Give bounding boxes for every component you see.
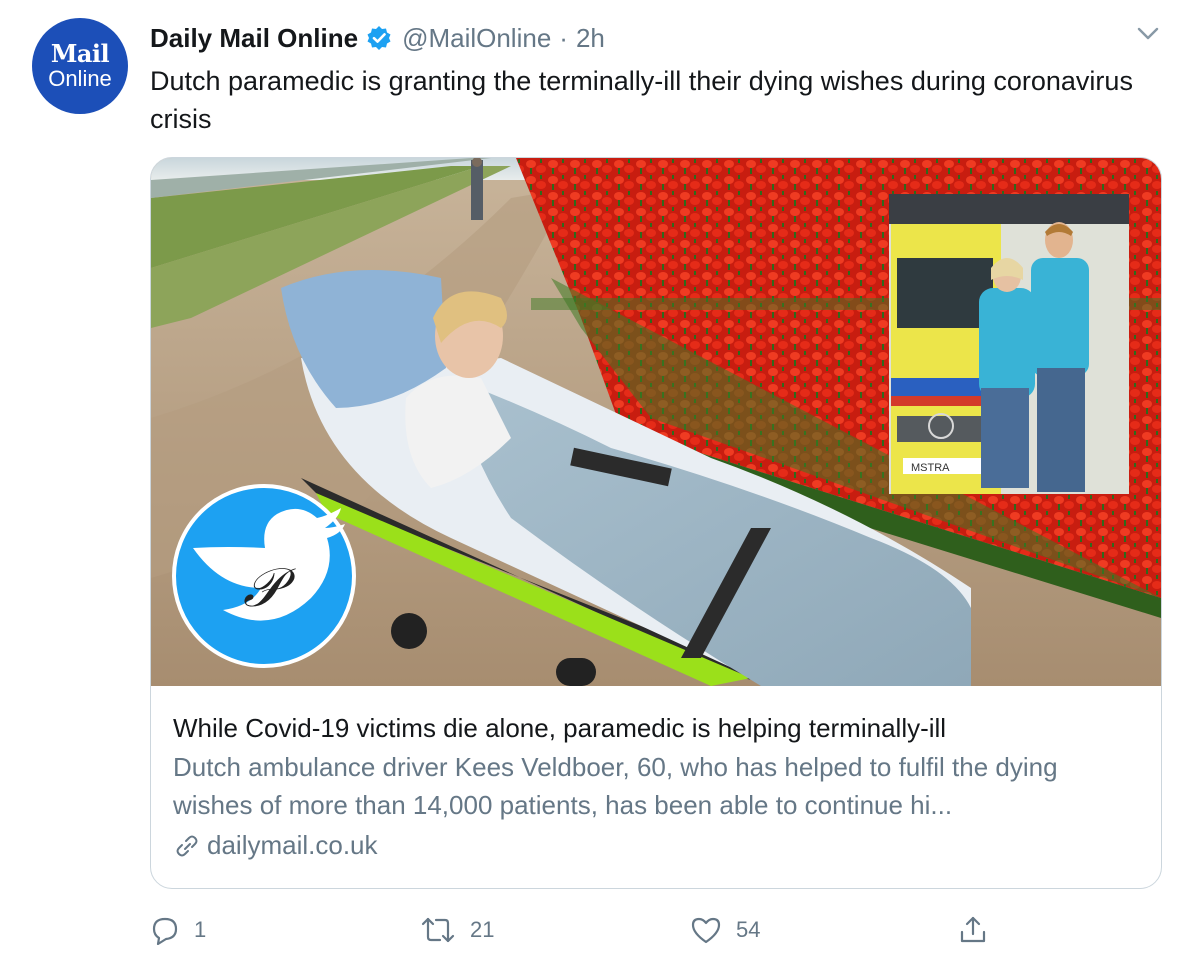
- tweet[interactable]: Mail Online Daily Mail Online @MailOnlin…: [0, 0, 1200, 956]
- card-domain[interactable]: dailymail.co.uk: [173, 830, 1143, 861]
- tweet-actions: 1 21 54: [150, 908, 1160, 952]
- author-handle[interactable]: @MailOnline: [402, 23, 551, 54]
- retweet-icon: [421, 917, 455, 943]
- link-icon: [176, 835, 198, 856]
- avatar[interactable]: Mail Online: [32, 18, 128, 114]
- card-description: Dutch ambulance driver Kees Veldboer, 60…: [173, 752, 1058, 820]
- avatar-text-line2: Online: [48, 66, 112, 91]
- link-card[interactable]: MSTRA 𝒫 While Covid-19 victims die alone…: [150, 157, 1162, 889]
- author-name[interactable]: Daily Mail Online: [150, 23, 358, 54]
- tweet-header: Daily Mail Online @MailOnline · 2h: [150, 20, 605, 56]
- card-body[interactable]: While Covid-19 victims die alone, parame…: [173, 710, 1143, 861]
- share-icon: [960, 916, 986, 943]
- inset-photo: MSTRA: [889, 194, 1129, 494]
- tweet-timestamp[interactable]: 2h: [576, 23, 605, 54]
- like-button[interactable]: 54: [690, 908, 760, 952]
- like-count: 54: [736, 917, 761, 942]
- reply-icon: [152, 917, 178, 945]
- reply-button[interactable]: 1: [150, 908, 206, 952]
- card-domain-text: dailymail.co.uk: [207, 830, 378, 860]
- avatar-text-line1: Mail: [50, 39, 110, 68]
- twitter-bird-icon: 𝒫: [172, 484, 356, 668]
- heart-icon: [691, 917, 721, 944]
- verified-badge-icon: [366, 25, 392, 51]
- retweet-button[interactable]: 21: [420, 908, 494, 952]
- retweet-count: 21: [470, 917, 495, 942]
- tweet-text: Dutch paramedic is granting the terminal…: [150, 66, 1133, 134]
- card-image[interactable]: MSTRA 𝒫: [151, 158, 1161, 686]
- reply-count: 1: [194, 917, 207, 942]
- separator-dot: ·: [559, 22, 568, 53]
- inset-plate-text: MSTRA: [911, 462, 950, 474]
- chevron-down-icon[interactable]: [1134, 24, 1162, 44]
- card-title: While Covid-19 victims die alone, parame…: [173, 713, 947, 743]
- share-button[interactable]: [958, 908, 988, 952]
